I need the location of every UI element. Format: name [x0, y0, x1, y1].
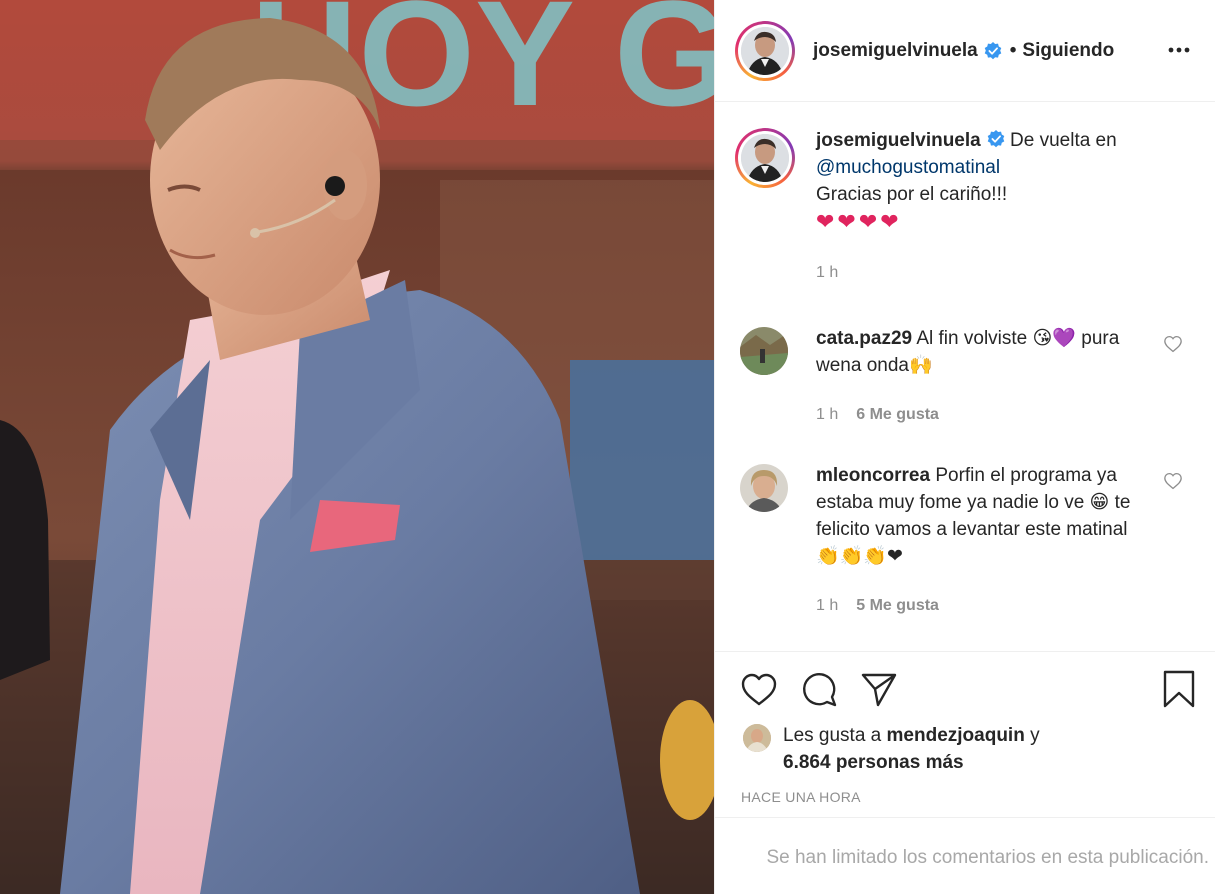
comment-likes[interactable]: 6 Me gusta [856, 406, 939, 423]
comment-meta: 1 h 6 Me gusta [816, 401, 1145, 428]
caption-line2: Gracias por el cariño!!! [816, 184, 1008, 205]
liker-avatar-image [743, 724, 771, 752]
caption-mention-link[interactable]: @muchogustomatinal [816, 157, 1000, 178]
comment-avatar[interactable] [740, 327, 788, 375]
comments-list[interactable]: josemiguelvinuela De vuelta en @muchogus… [715, 103, 1215, 651]
liker-avatar[interactable] [743, 724, 771, 752]
comment-like-heart-icon[interactable] [1163, 335, 1183, 353]
post-timestamp[interactable]: HACE UNA HORA [741, 789, 861, 805]
caption-time: 1 h [816, 264, 839, 281]
caption-line1: De vuelta en [1010, 130, 1117, 151]
comment-username[interactable]: mleoncorrea [816, 465, 930, 486]
comment-icon[interactable] [799, 670, 839, 710]
comment-avatar-image [740, 327, 788, 375]
caption-emojis: ❤❤❤❤ [816, 209, 902, 234]
post-photo[interactable]: HOY GI [0, 0, 714, 894]
comment-item: mleoncorrea Porfin el programa ya estaba… [715, 462, 1215, 619]
post-photo-illustration: HOY GI [0, 0, 714, 894]
comment-text: mleoncorrea Porfin el programa ya estaba… [816, 462, 1145, 619]
comments-limited-notice: Se han limitado los comentarios en esta … [715, 817, 1215, 894]
likes-summary: Les gusta a mendezjoaquin y 6.864 person… [743, 722, 1040, 776]
likes-prefix: Les gusta a [783, 725, 882, 746]
header-username[interactable]: josemiguelvinuela [813, 40, 978, 62]
comment-time: 1 h [816, 597, 839, 614]
comment-time: 1 h [816, 406, 839, 423]
comment-item: cata.paz29 Al fin volviste 😘💜 pura wena … [715, 325, 1215, 428]
verified-badge-icon [984, 41, 1002, 59]
comment-like-heart-icon[interactable] [1163, 472, 1183, 490]
author-avatar-image [741, 26, 789, 75]
likes-text: Les gusta a mendezjoaquin y 6.864 person… [783, 722, 1040, 776]
post-header: josemiguelvinuela • Siguiendo [715, 0, 1215, 102]
caption-avatar-image [741, 134, 789, 182]
caption-text: josemiguelvinuela De vuelta en @muchogus… [816, 127, 1146, 286]
post-side-panel: josemiguelvinuela • Siguiendo josemiguel… [714, 0, 1215, 894]
caption-username[interactable]: josemiguelvinuela [816, 130, 981, 151]
bookmark-icon[interactable] [1159, 670, 1199, 710]
post-actions: Les gusta a mendezjoaquin y 6.864 person… [715, 651, 1215, 894]
liker-username[interactable]: mendezjoaquin [887, 725, 1025, 746]
likes-count[interactable]: 6.864 personas más [783, 752, 964, 773]
verified-badge-icon [987, 130, 1005, 148]
comment-text: cata.paz29 Al fin volviste 😘💜 pura wena … [816, 325, 1145, 428]
comment-avatar[interactable] [740, 464, 788, 512]
comment-likes[interactable]: 5 Me gusta [856, 597, 939, 614]
comment-meta: 1 h 5 Me gusta [816, 592, 1145, 619]
likes-connector: y [1030, 725, 1040, 746]
header-separator: • [1009, 39, 1017, 61]
send-icon[interactable] [859, 670, 899, 710]
caption-avatar[interactable] [735, 128, 795, 188]
following-button[interactable]: Siguiendo [1022, 40, 1114, 62]
more-horizontal-icon[interactable] [1167, 40, 1191, 60]
author-avatar[interactable] [735, 20, 795, 81]
heart-icon[interactable] [739, 670, 779, 710]
post-caption: josemiguelvinuela De vuelta en @muchogus… [715, 103, 1215, 303]
comment-avatar-image [740, 464, 788, 512]
comment-username[interactable]: cata.paz29 [816, 328, 912, 349]
